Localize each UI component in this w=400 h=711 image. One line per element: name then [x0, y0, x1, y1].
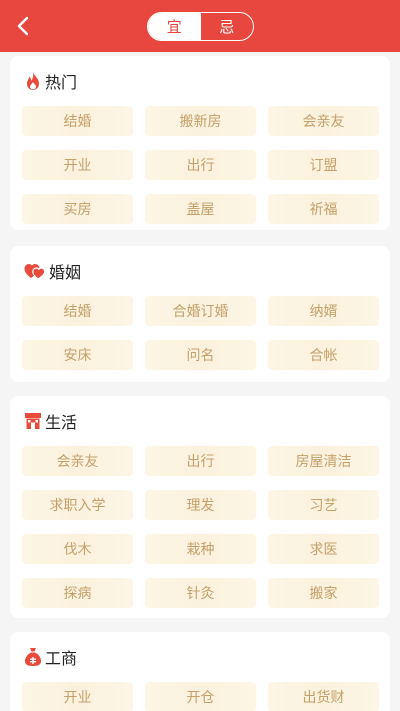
- section-header: 生活: [24, 410, 77, 432]
- item-chip[interactable]: 求医: [268, 534, 379, 564]
- item-chip[interactable]: 习艺: [268, 490, 379, 520]
- item-chip[interactable]: 搬新房: [145, 106, 256, 136]
- item-chip[interactable]: 开业: [22, 150, 133, 180]
- back-button[interactable]: [8, 10, 38, 42]
- section-title: 工商: [45, 649, 78, 668]
- tab-ji[interactable]: 忌: [201, 13, 254, 40]
- item-grid: 结婚 合婚订婚 纳婿 安床 问名 合帐: [22, 296, 379, 370]
- item-chip[interactable]: 理发: [145, 490, 256, 520]
- section-card-hot: 热门 结婚 搬新房 会亲友 开业 出行 订盟 买房 盖屋 祈福: [10, 56, 390, 230]
- section-card-marriage: 婚姻 结婚 合婚订婚 纳婿 安床 问名 合帐: [10, 246, 390, 382]
- item-chip[interactable]: 结婚: [22, 296, 133, 326]
- item-chip[interactable]: 问名: [145, 340, 256, 370]
- item-chip[interactable]: 探病: [22, 578, 133, 608]
- item-chip[interactable]: 会亲友: [22, 446, 133, 476]
- item-chip[interactable]: 针灸: [145, 578, 256, 608]
- item-chip[interactable]: 纳婿: [268, 296, 379, 326]
- item-chip[interactable]: 合婚订婚: [145, 296, 256, 326]
- item-grid: 结婚 搬新房 会亲友 开业 出行 订盟 买房 盖屋 祈福: [22, 106, 379, 224]
- top-bar: 宜 忌: [0, 0, 400, 52]
- item-chip[interactable]: 开仓: [145, 682, 256, 711]
- section-card-life: 生活 会亲友 出行 房屋清洁 求职入学 理发 习艺 伐木 栽种 求医 探病 针灸…: [10, 396, 390, 618]
- item-chip[interactable]: 合帐: [268, 340, 379, 370]
- item-chip[interactable]: 栽种: [145, 534, 256, 564]
- item-chip[interactable]: 房屋清洁: [268, 446, 379, 476]
- item-chip[interactable]: 求职入学: [22, 490, 133, 520]
- item-chip[interactable]: 会亲友: [268, 106, 379, 136]
- item-chip[interactable]: 订盟: [268, 150, 379, 180]
- item-chip[interactable]: 开业: [22, 682, 133, 711]
- item-chip[interactable]: 买房: [22, 194, 133, 224]
- item-grid: 开业 开仓 出货财: [22, 682, 379, 711]
- section-title: 热门: [45, 73, 78, 92]
- item-chip[interactable]: 祈福: [268, 194, 379, 224]
- item-grid: 会亲友 出行 房屋清洁 求职入学 理发 习艺 伐木 栽种 求医 探病 针灸 搬家: [22, 446, 379, 608]
- item-chip[interactable]: 出货财: [268, 682, 379, 711]
- section-header: 热门: [24, 70, 77, 92]
- item-chip[interactable]: 搬家: [268, 578, 379, 608]
- yi-ji-toggle: 宜 忌: [147, 12, 254, 41]
- section-header: 婚姻: [24, 260, 81, 282]
- item-chip[interactable]: 伐木: [22, 534, 133, 564]
- money-bag-icon: [25, 648, 41, 666]
- item-chip[interactable]: 结婚: [22, 106, 133, 136]
- item-chip[interactable]: 出行: [145, 150, 256, 180]
- flame-icon: [27, 72, 39, 90]
- section-title: 婚姻: [49, 263, 82, 282]
- section-header: 工商: [24, 646, 77, 668]
- tab-yi[interactable]: 宜: [148, 13, 201, 40]
- chevron-left-icon: [17, 16, 29, 36]
- item-chip[interactable]: 盖屋: [145, 194, 256, 224]
- item-chip[interactable]: 安床: [22, 340, 133, 370]
- item-chip[interactable]: 出行: [145, 446, 256, 476]
- section-title: 生活: [45, 413, 78, 432]
- house-icon: [25, 413, 41, 429]
- hearts-icon: [24, 264, 46, 280]
- section-card-business: 工商 开业 开仓 出货财: [10, 632, 390, 711]
